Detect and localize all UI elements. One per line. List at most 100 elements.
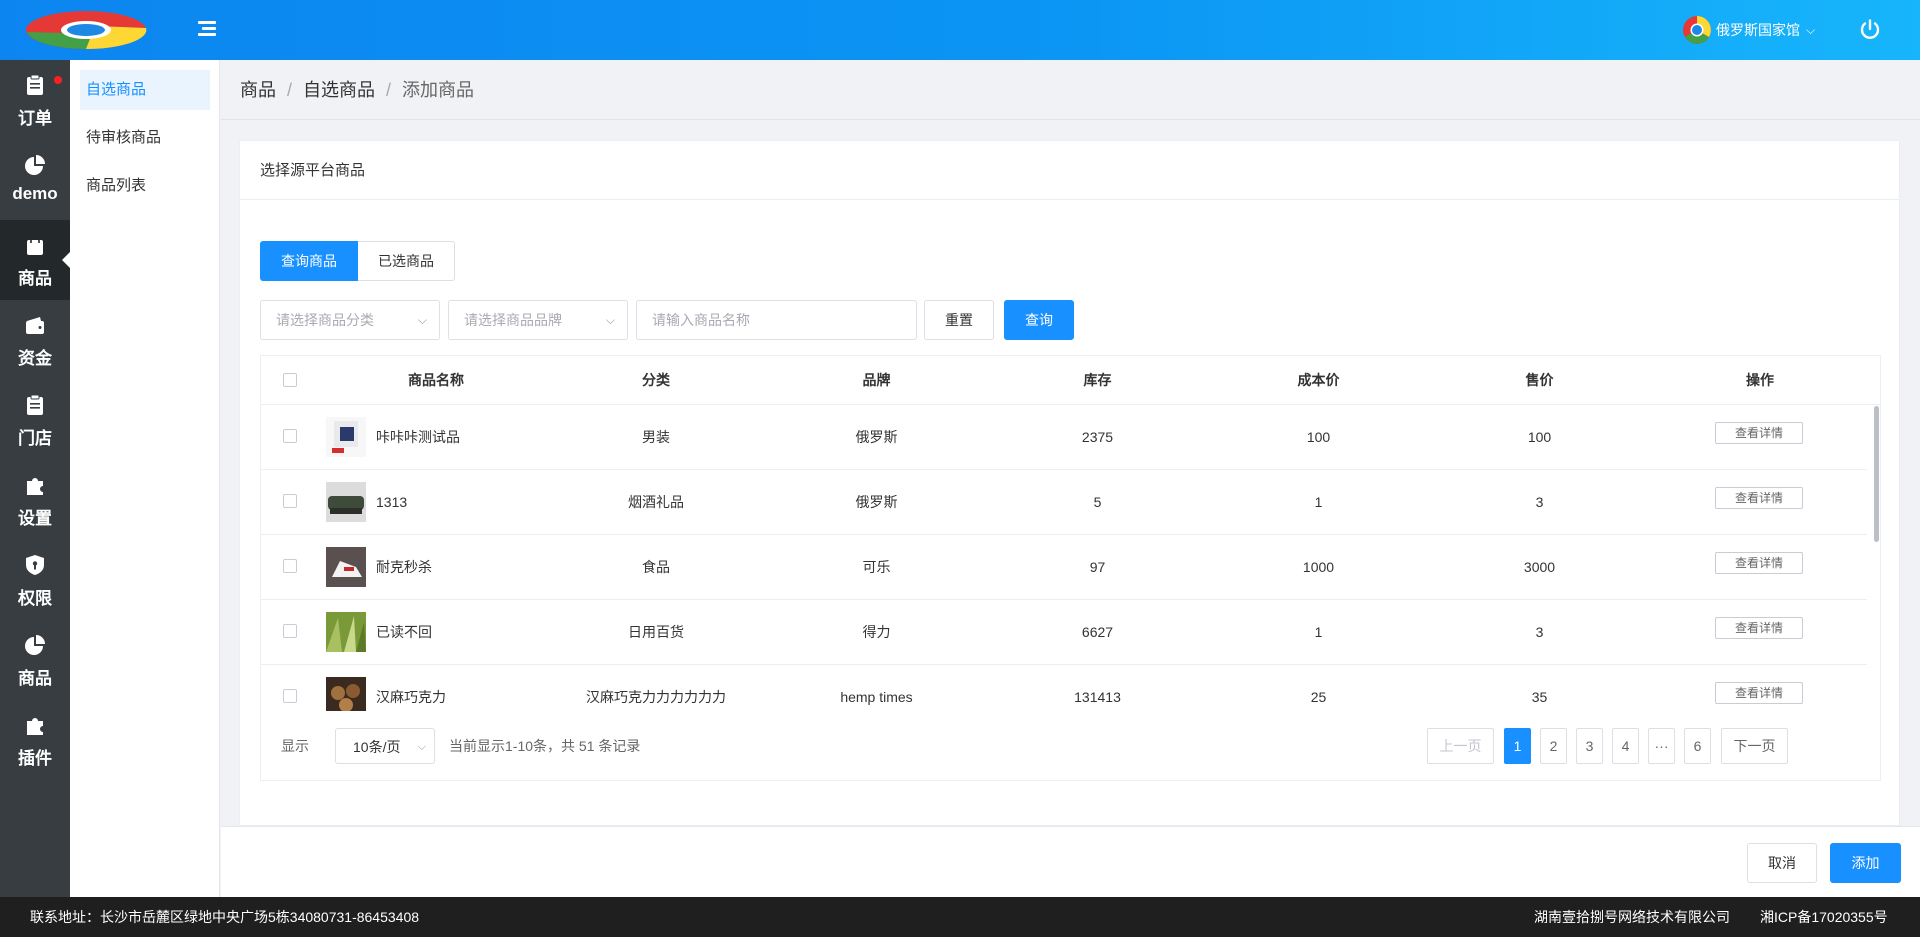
view-details-button[interactable]: 查看详情: [1715, 422, 1803, 444]
breadcrumb-item[interactable]: 商品: [240, 80, 276, 100]
product-name: 咔咔咔测试品: [376, 429, 460, 445]
page-size-select[interactable]: 10条/页 ⌵: [335, 728, 435, 764]
category-select[interactable]: 请选择商品分类 ⌵: [260, 300, 440, 340]
brand-select[interactable]: 请选择商品品牌 ⌵: [448, 300, 628, 340]
page-ellipsis-button[interactable]: ···: [1648, 728, 1675, 764]
table-row: 耐克秒杀 食品 可乐 97 1000 3000 查看详情: [261, 535, 1867, 600]
product-name: 汉麻巧克力: [376, 689, 446, 705]
row-checkbox[interactable]: [283, 689, 297, 703]
chevron-down-icon: ⌵: [1806, 22, 1816, 37]
user-name: 俄罗斯国家馆: [1716, 22, 1800, 38]
product-category: 烟酒礼品: [628, 494, 684, 510]
nav-item-label: demo: [12, 184, 58, 203]
page-size-value: 10条/页: [353, 739, 401, 755]
next-page-button[interactable]: 下一页: [1721, 728, 1788, 764]
category-select-placeholder: 请选择商品分类: [276, 312, 374, 328]
prev-page-button[interactable]: 上一页: [1427, 728, 1494, 764]
tab-query-products[interactable]: 查询商品: [260, 241, 358, 281]
page-button[interactable]: 4: [1612, 728, 1639, 764]
menu-toggle-icon[interactable]: [198, 19, 220, 41]
nav-item-permissions[interactable]: 权限: [0, 540, 70, 620]
breadcrumb: 商品 / 自选商品 / 添加商品: [240, 60, 474, 120]
nav-item-goods[interactable]: 商品: [0, 620, 70, 700]
search-button[interactable]: 查询: [1004, 300, 1074, 340]
product-stock: 2375: [1081, 429, 1114, 445]
page-button[interactable]: 6: [1684, 728, 1711, 764]
table-row: 已读不回 日用百货 得力 6627 1 3 查看详情: [261, 600, 1867, 665]
nav-item-plugins[interactable]: 插件: [0, 700, 70, 780]
view-details-button[interactable]: 查看详情: [1715, 487, 1803, 509]
reset-button[interactable]: 重置: [924, 300, 994, 340]
breadcrumb-separator: /: [386, 80, 392, 100]
nav-item-label: 资金: [18, 349, 52, 368]
nav-item-demo[interactable]: demo: [0, 140, 70, 220]
wallet-icon: [26, 317, 44, 334]
view-details-button[interactable]: 查看详情: [1715, 617, 1803, 639]
product-cost: 1: [1314, 624, 1323, 640]
select-all-checkbox[interactable]: [283, 373, 297, 387]
nav-item-funds[interactable]: 资金: [0, 300, 70, 380]
icp-number: 湘ICP备17020355号: [1760, 909, 1888, 925]
tab-group: 查询商品 已选商品: [260, 241, 455, 281]
product-name: 1313: [376, 494, 408, 510]
scrollbar-thumb[interactable]: [1874, 406, 1879, 542]
shopping-bag-icon: [27, 235, 43, 255]
add-button[interactable]: 添加: [1830, 843, 1901, 883]
nav-item-orders[interactable]: 订单: [0, 60, 70, 140]
nav-item-settings[interactable]: 设置: [0, 460, 70, 540]
row-checkbox[interactable]: [283, 494, 297, 508]
product-thumbnail: [326, 612, 366, 652]
page-button[interactable]: 3: [1576, 728, 1603, 764]
column-header: 品牌: [862, 372, 891, 388]
product-thumbnail: [326, 547, 366, 587]
product-stock: 131413: [1074, 689, 1121, 705]
clipboard-icon: [27, 74, 43, 95]
product-select-card: 选择源平台商品 查询商品 已选商品 请选择商品分类 ⌵ 请选择商品品牌 ⌵ 请输…: [239, 140, 1900, 826]
main-sidebar: 订单 demo 商品 资金 门店 设置 权限 商品 插件: [0, 60, 70, 897]
row-checkbox[interactable]: [283, 624, 297, 638]
product-cost: 100: [1306, 429, 1331, 445]
table-body: 咔咔咔测试品 男装 俄罗斯 2375 100 100 查看详情 1313 烟酒礼…: [261, 405, 1880, 711]
nav-item-label: 商品: [18, 269, 52, 288]
product-name: 已读不回: [376, 624, 432, 640]
product-price: 35: [1531, 689, 1548, 705]
view-details-button[interactable]: 查看详情: [1715, 552, 1803, 574]
sub-item-pending-review[interactable]: 待审核商品: [80, 118, 210, 158]
product-stock: 97: [1089, 559, 1106, 575]
chevron-down-icon: ⌵: [605, 313, 615, 327]
view-details-button[interactable]: 查看详情: [1715, 682, 1803, 704]
top-bar: 俄罗斯国家馆 ⌵: [0, 0, 1920, 60]
avatar: [1683, 16, 1711, 44]
column-header: 成本价: [1297, 372, 1340, 388]
product-name-input[interactable]: 请输入商品名称: [636, 300, 917, 340]
product-name-placeholder: 请输入商品名称: [652, 312, 750, 328]
sub-item-selected-products[interactable]: 自选商品: [80, 70, 210, 110]
product-brand: 可乐: [862, 559, 891, 575]
sub-item-product-list[interactable]: 商品列表: [80, 166, 210, 206]
column-header: 分类: [642, 372, 670, 388]
nav-item-stores[interactable]: 门店: [0, 380, 70, 460]
column-header: 操作: [1746, 372, 1774, 388]
tab-selected-products[interactable]: 已选商品: [358, 241, 455, 281]
row-checkbox[interactable]: [283, 429, 297, 443]
product-stock: 5: [1093, 494, 1102, 510]
sub-sidebar: 自选商品 待审核商品 商品列表: [70, 60, 220, 897]
page-button[interactable]: 2: [1540, 728, 1567, 764]
user-menu[interactable]: 俄罗斯国家馆 ⌵: [1682, 15, 1815, 45]
column-header: 售价: [1525, 372, 1554, 388]
breadcrumb-separator: /: [287, 80, 293, 100]
table-scrollbar[interactable]: [1872, 405, 1880, 711]
nav-item-products[interactable]: 商品: [0, 220, 70, 300]
product-category: 男装: [642, 429, 670, 445]
cancel-button[interactable]: 取消: [1747, 843, 1817, 883]
card-title: 选择源平台商品: [240, 141, 1899, 200]
breadcrumb-item[interactable]: 自选商品: [303, 80, 375, 100]
chevron-down-icon: ⌵: [417, 741, 426, 753]
product-brand: 俄罗斯: [855, 429, 898, 445]
table-row: 咔咔咔测试品 男装 俄罗斯 2375 100 100 查看详情: [261, 405, 1867, 470]
form-action-bar: 取消 添加: [221, 826, 1920, 897]
product-stock: 6627: [1081, 624, 1114, 640]
page-button[interactable]: 1: [1504, 728, 1531, 764]
row-checkbox[interactable]: [283, 559, 297, 573]
power-icon[interactable]: [1858, 18, 1882, 42]
